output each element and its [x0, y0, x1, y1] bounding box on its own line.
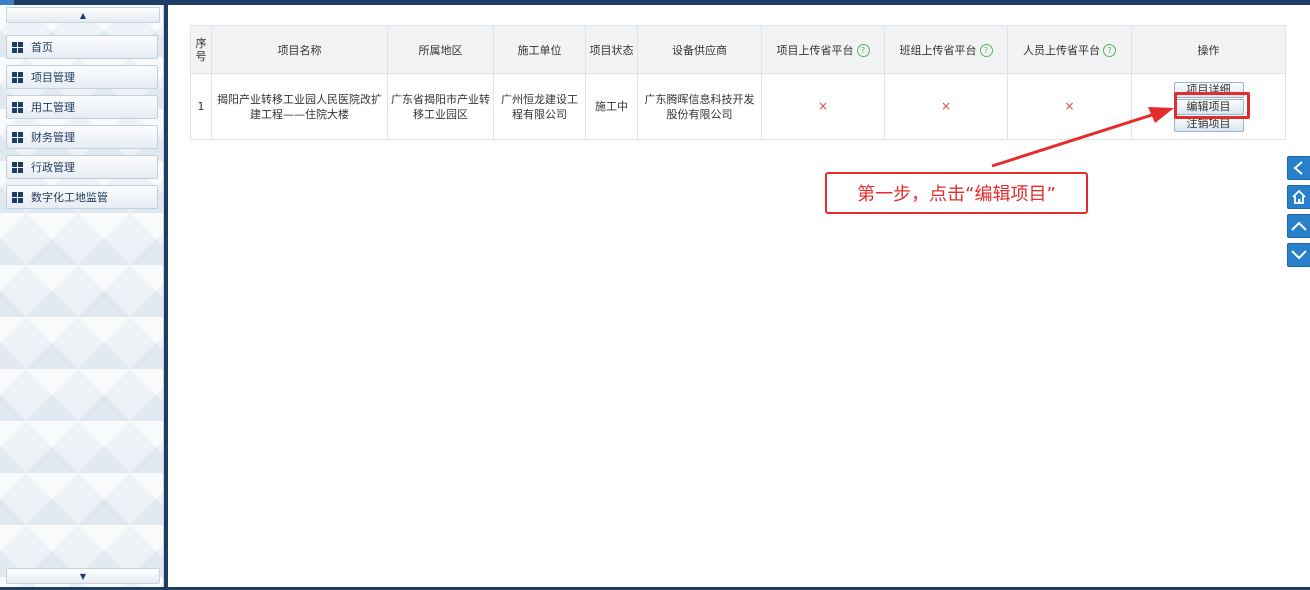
scroll-top-button[interactable]: [1287, 214, 1310, 238]
chevron-down-icon: [1291, 250, 1307, 260]
chevron-up-icon: [1291, 221, 1307, 231]
scroll-bottom-button[interactable]: [1287, 243, 1310, 267]
side-floating-nav: [1287, 156, 1310, 272]
annotation-callout: 第一步，点击“编辑项目”: [825, 172, 1088, 214]
home-icon: [1292, 189, 1306, 204]
collapse-button[interactable]: [1287, 156, 1310, 180]
chevron-left-icon: [1293, 161, 1303, 175]
annotation-arrow: [991, 107, 1174, 168]
home-button[interactable]: [1287, 185, 1310, 209]
